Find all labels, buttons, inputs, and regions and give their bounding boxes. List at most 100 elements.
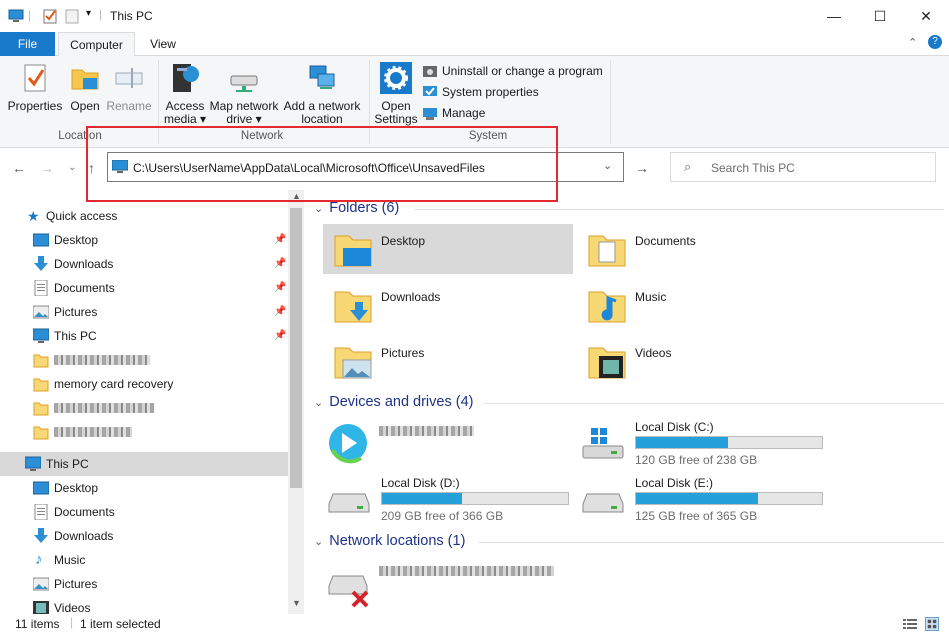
folder-tile-pictures[interactable]: Pictures bbox=[323, 336, 573, 386]
pin-icon: 📌 bbox=[274, 228, 286, 252]
folder-tile-music[interactable]: Music bbox=[577, 280, 827, 330]
customize-quick-access-icon[interactable]: ▾ bbox=[86, 8, 91, 19]
properties-quick-icon[interactable] bbox=[42, 8, 58, 24]
go-arrow-icon[interactable]: → bbox=[635, 160, 649, 176]
sidebar-item-desktop[interactable]: Desktop 📌 bbox=[0, 228, 288, 252]
documents-icon bbox=[33, 504, 49, 520]
folders-section-header[interactable]: ⌄Folders (6) bbox=[314, 200, 399, 216]
help-icon[interactable]: ? bbox=[928, 35, 942, 49]
add-network-location-button[interactable]: Add a network location bbox=[282, 62, 362, 126]
sidebar-item-label: Pictures bbox=[54, 300, 97, 324]
sidebar-item-label: Pictures bbox=[54, 572, 97, 596]
sidebar-item-this-pc-quick[interactable]: This PC 📌 bbox=[0, 324, 288, 348]
new-folder-quick-icon[interactable] bbox=[64, 8, 80, 24]
downloads-folder-icon bbox=[333, 286, 373, 326]
maximize-button[interactable]: ☐ bbox=[857, 0, 903, 32]
access-media-button[interactable]: Access media ▾ bbox=[162, 62, 208, 126]
redacted-folder-name bbox=[54, 355, 150, 365]
device-tile-redacted-app[interactable] bbox=[323, 422, 573, 472]
manage-button[interactable]: Manage bbox=[422, 104, 485, 122]
sidebar-item-documents[interactable]: Documents 📌 bbox=[0, 276, 288, 300]
access-media-label-2: media ▾ bbox=[162, 113, 208, 126]
folder-tile-downloads[interactable]: Downloads bbox=[323, 280, 573, 330]
search-icon: ⌕ bbox=[684, 159, 691, 175]
open-button[interactable]: Open bbox=[66, 62, 104, 113]
folder-tile-videos[interactable]: Videos bbox=[577, 336, 827, 386]
drive-free-space: 209 GB free of 366 GB bbox=[381, 509, 503, 523]
tab-file[interactable]: File bbox=[0, 32, 55, 56]
devices-section-header[interactable]: ⌄ Devices and drives (4) bbox=[314, 394, 473, 410]
music-folder-icon bbox=[587, 286, 627, 326]
tab-computer[interactable]: Computer bbox=[58, 32, 135, 56]
folder-tile-documents[interactable]: Documents bbox=[577, 224, 827, 274]
collapse-ribbon-icon[interactable]: ⌃ bbox=[908, 36, 917, 49]
sidebar-item-pc-pictures[interactable]: Pictures bbox=[0, 572, 288, 596]
folder-tile-desktop[interactable]: Desktop bbox=[323, 224, 573, 274]
tab-view[interactable]: View bbox=[138, 32, 188, 56]
recent-locations-chevron-icon[interactable]: ⌄ bbox=[68, 162, 76, 173]
media-icon bbox=[169, 62, 201, 94]
sidebar-item-pictures[interactable]: Pictures 📌 bbox=[0, 300, 288, 324]
redacted-folder-name bbox=[54, 403, 154, 413]
folder-label: Documents bbox=[635, 234, 696, 248]
drive-tile-d[interactable]: Local Disk (D:) 209 GB free of 366 GB bbox=[323, 476, 573, 526]
details-view-icon[interactable] bbox=[903, 618, 917, 630]
videos-folder-icon bbox=[587, 342, 627, 382]
sidebar-item-label: Documents bbox=[54, 276, 115, 300]
drive-usage-fill bbox=[636, 437, 728, 448]
large-icons-view-icon[interactable] bbox=[925, 617, 939, 631]
close-button[interactable]: ✕ bbox=[903, 0, 949, 32]
sidebar-item-this-pc[interactable]: This PC bbox=[0, 452, 288, 476]
forward-arrow-icon[interactable]: → bbox=[40, 160, 54, 176]
sidebar-item-pc-downloads[interactable]: Downloads bbox=[0, 524, 288, 548]
collapse-chevron-icon: ⌄ bbox=[314, 397, 323, 409]
sidebar-item-folder-redacted[interactable] bbox=[0, 396, 288, 420]
folder-icon bbox=[33, 424, 49, 440]
pictures-icon bbox=[33, 304, 49, 320]
ribbon-tabs: File Computer View ⌃ ? bbox=[0, 32, 949, 56]
open-settings-button[interactable]: Open Settings bbox=[373, 62, 419, 126]
folder-icon bbox=[33, 376, 49, 392]
sidebar-item-pc-desktop[interactable]: Desktop bbox=[0, 476, 288, 500]
drive-tile-e[interactable]: Local Disk (E:) 125 GB free of 365 GB bbox=[577, 476, 827, 526]
scroll-down-icon[interactable]: ▼ bbox=[292, 598, 301, 608]
folder-icon bbox=[33, 352, 49, 368]
search-box[interactable]: ⌕ Search This PC bbox=[670, 152, 936, 182]
network-location-tile[interactable] bbox=[323, 560, 573, 610]
sidebar-item-label: This PC bbox=[46, 452, 89, 476]
sidebar-item-quick-access[interactable]: ★ Quick access bbox=[0, 204, 288, 228]
separator: | bbox=[70, 615, 73, 629]
rename-icon bbox=[113, 62, 145, 94]
sidebar-item-folder-redacted[interactable] bbox=[0, 420, 288, 444]
sidebar-item-pc-music[interactable]: ♪ Music bbox=[0, 548, 288, 572]
sidebar-item-folder-redacted[interactable] bbox=[0, 348, 288, 372]
sidebar-scrollbar[interactable]: ▲ ▼ bbox=[288, 190, 304, 614]
system-properties-button[interactable]: System properties bbox=[422, 83, 539, 101]
sidebar-item-pc-documents[interactable]: Documents bbox=[0, 500, 288, 524]
music-note-icon: ♪ bbox=[35, 548, 51, 564]
sidebar-item-pc-videos[interactable]: Videos bbox=[0, 596, 288, 614]
star-icon: ★ bbox=[27, 204, 43, 220]
back-arrow-icon[interactable]: ← bbox=[12, 160, 26, 176]
pin-icon: 📌 bbox=[274, 324, 286, 348]
redacted-device-name bbox=[379, 426, 474, 436]
map-drive-label-2: drive ▾ bbox=[208, 113, 280, 126]
this-pc-icon bbox=[25, 456, 41, 472]
uninstall-program-button[interactable]: Uninstall or change a program bbox=[422, 62, 603, 80]
scrollbar-thumb[interactable] bbox=[290, 208, 302, 488]
folder-label: Downloads bbox=[381, 290, 440, 304]
rename-button[interactable]: Rename bbox=[106, 62, 152, 113]
sidebar-item-downloads[interactable]: Downloads 📌 bbox=[0, 252, 288, 276]
folders-header-label: Folders (6) bbox=[329, 200, 399, 216]
documents-icon bbox=[33, 280, 49, 296]
manage-label: Manage bbox=[442, 104, 485, 122]
sidebar-item-memory-card-recovery[interactable]: memory card recovery bbox=[0, 372, 288, 396]
properties-button[interactable]: Properties bbox=[6, 62, 64, 113]
network-section-header[interactable]: ⌄Network locations (1) bbox=[314, 533, 465, 549]
system-properties-label: System properties bbox=[442, 83, 539, 101]
minimize-button[interactable]: — bbox=[811, 0, 857, 32]
address-dropdown-icon[interactable]: ⌄ bbox=[603, 159, 612, 172]
devices-header-label: Devices and drives (4) bbox=[329, 394, 473, 410]
drive-tile-c[interactable]: Local Disk (C:) 120 GB free of 238 GB bbox=[577, 420, 827, 470]
map-network-drive-button[interactable]: Map network drive ▾ bbox=[208, 62, 280, 126]
